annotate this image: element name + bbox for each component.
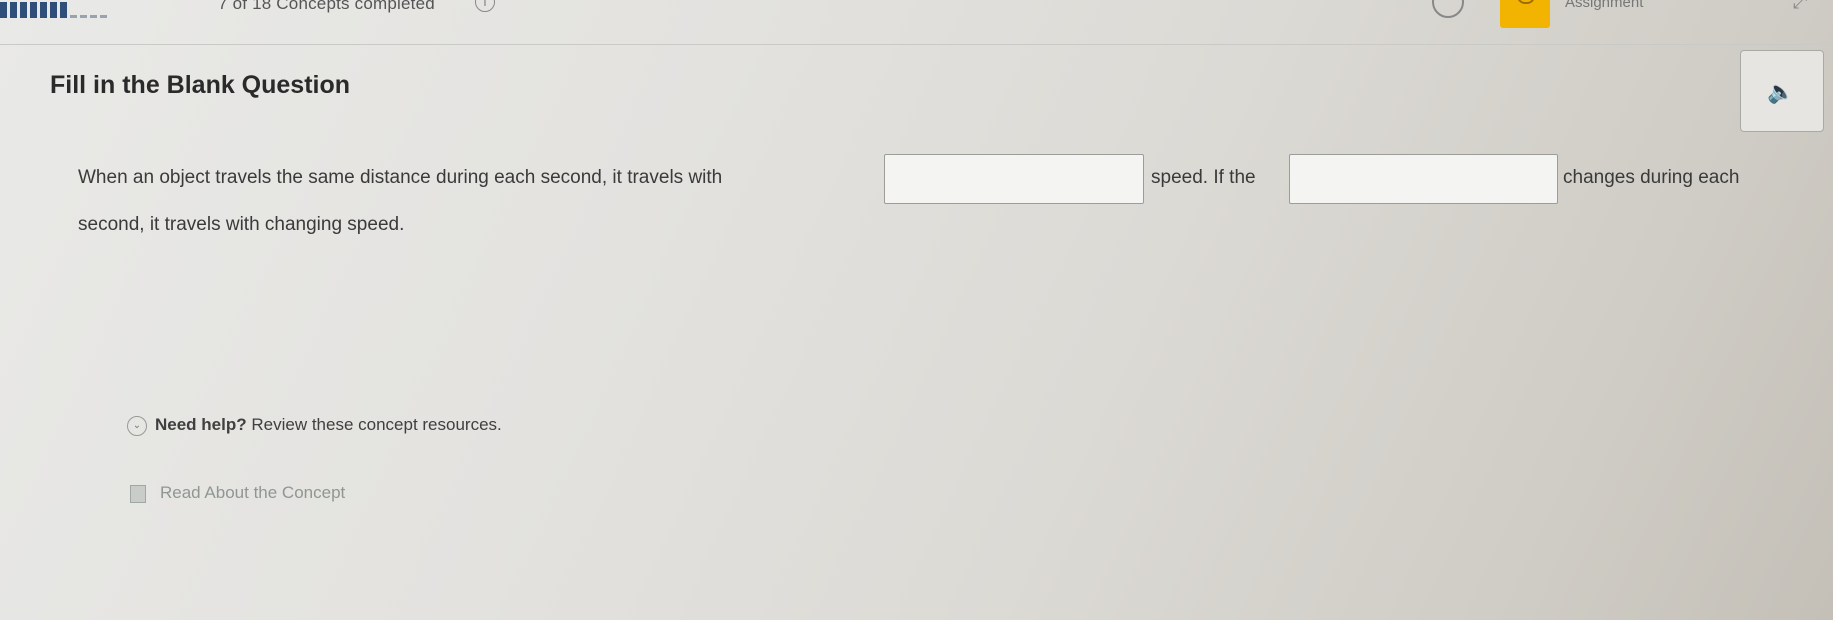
top-bar: 7 of 18 Concepts completed i Assignment … [0, 0, 1833, 45]
progress-segment [60, 2, 67, 18]
help-description: Review these concept resources. [251, 415, 502, 434]
question-type-title: Fill in the Blank Question [50, 71, 351, 99]
concepts-progress-text: 7 of 18 Concepts completed [218, 0, 435, 13]
progress-segment [70, 15, 77, 18]
progress-segment [0, 2, 7, 18]
prompt-text-part1: When an object travels the same distance… [78, 167, 723, 188]
info-icon[interactable]: i [475, 0, 495, 12]
prompt-text-part4: second, it travels with changing speed. [78, 214, 405, 235]
progress-segment [10, 2, 17, 18]
highlighter-button[interactable] [1500, 0, 1550, 28]
help-prefix: Need help? [155, 415, 247, 434]
help-text: Need help? Review these concept resource… [155, 415, 502, 435]
prompt-text-part2: speed. If the [1151, 167, 1256, 188]
blank-input-1[interactable] [884, 154, 1144, 204]
progress-segment [20, 2, 27, 18]
expand-icon[interactable]: ⤢ [1793, 0, 1807, 13]
progress-segment [90, 15, 97, 18]
blank-input-2[interactable] [1289, 154, 1558, 204]
assignment-label[interactable]: Assignment [1565, 0, 1643, 11]
book-icon [130, 485, 146, 503]
speaker-icon: 🔈 [1767, 79, 1795, 104]
read-about-concept-link[interactable]: Read About the Concept [160, 483, 345, 503]
progress-segment [80, 15, 87, 18]
audio-button[interactable]: 🔈 [1740, 50, 1824, 132]
chevron-down-icon: ⌄ [127, 416, 147, 436]
progress-indicator [0, 2, 190, 20]
timer-icon [1432, 0, 1464, 18]
progress-segment [100, 15, 107, 18]
progress-segment [30, 2, 37, 18]
prompt-text-part3: changes during each [1563, 167, 1740, 188]
progress-segment [50, 2, 57, 18]
progress-segment [40, 2, 47, 18]
